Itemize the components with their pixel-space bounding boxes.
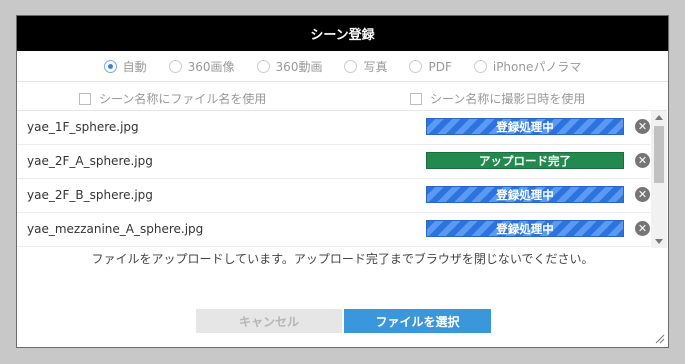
file-name: yae_2F_A_sphere.jpg	[27, 154, 153, 168]
select-file-button[interactable]: ファイルを選択	[344, 309, 491, 333]
file-name: yae_mezzanine_A_sphere.jpg	[27, 222, 204, 236]
checkbox-icon	[410, 92, 422, 105]
file-row: yae_2F_A_sphere.jpg アップロード完了 ✕	[17, 145, 650, 179]
status-badge: 登録処理中	[426, 118, 624, 135]
file-name: yae_2F_B_sphere.jpg	[27, 188, 153, 202]
mode-radio-iphone-panorama[interactable]: iPhoneパノラマ	[473, 58, 582, 75]
mode-label: PDF	[428, 59, 452, 74]
scene-register-dialog: シーン登録 自動 360画像 360動画 写真 PDF iPhoneパノラマ シ…	[16, 15, 669, 348]
mode-radio-group: 自動 360画像 360動画 写真 PDF iPhoneパノラマ	[17, 52, 668, 82]
close-circle-icon[interactable]: ✕	[635, 153, 650, 168]
status-badge: 登録処理中	[426, 220, 624, 237]
file-row: yae_1F_sphere.jpg 登録処理中 ✕	[17, 111, 650, 145]
status-badge: 登録処理中	[426, 186, 624, 203]
mode-radio-360-video[interactable]: 360動画	[256, 58, 323, 75]
radio-circle-icon	[168, 60, 182, 73]
close-circle-icon[interactable]: ✕	[635, 221, 650, 236]
file-row: yae_mezzanine_A_sphere.jpg 登録処理中 ✕	[17, 213, 650, 247]
radio-circle-icon	[409, 60, 423, 73]
close-circle-icon[interactable]: ✕	[635, 119, 650, 134]
cancel-button[interactable]: キャンセル	[196, 309, 342, 333]
scroll-thumb[interactable]	[654, 126, 664, 183]
use-date-checkbox[interactable]: シーン名称に撮影日時を使用	[410, 90, 585, 107]
file-list-scrollbar[interactable]	[651, 111, 667, 248]
mode-label: 360動画	[275, 60, 323, 74]
mode-radio-photo[interactable]: 写真	[344, 58, 387, 75]
mode-label: 自動	[122, 60, 147, 74]
status-badge: アップロード完了	[426, 152, 624, 169]
checkbox-icon	[79, 92, 91, 105]
radio-circle-icon	[344, 60, 358, 73]
mode-radio-auto[interactable]: 自動	[103, 58, 147, 75]
mode-radio-360-image[interactable]: 360画像	[168, 58, 235, 75]
mode-radio-pdf[interactable]: PDF	[409, 59, 452, 74]
upload-notice: ファイルをアップロードしています。アップロード完了までブラウザを閉じないでくださ…	[91, 252, 594, 266]
file-list[interactable]: yae_1F_sphere.jpg 登録処理中 ✕ yae_2F_A_spher…	[17, 110, 667, 248]
mode-label: 360画像	[187, 60, 235, 74]
scroll-up-arrow-icon[interactable]	[655, 115, 663, 120]
use-filename-checkbox[interactable]: シーン名称にファイル名を使用	[79, 90, 266, 107]
dialog-title: シーン登録	[17, 16, 668, 51]
resize-handle-icon[interactable]	[655, 334, 665, 344]
mode-label: 写真	[363, 60, 388, 74]
close-circle-icon[interactable]: ✕	[635, 187, 650, 202]
radio-circle-icon	[103, 60, 117, 73]
use-filename-label: シーン名称にファイル名を使用	[99, 92, 267, 106]
radio-circle-icon	[473, 60, 487, 73]
use-date-label: シーン名称に撮影日時を使用	[430, 92, 586, 106]
scroll-down-arrow-icon[interactable]	[655, 239, 663, 244]
file-row: yae_2F_B_sphere.jpg 登録処理中 ✕	[17, 179, 650, 213]
name-options: シーン名称にファイル名を使用 シーン名称に撮影日時を使用	[17, 82, 668, 111]
mode-label: iPhoneパノラマ	[492, 60, 582, 74]
radio-circle-icon	[256, 60, 270, 73]
file-name: yae_1F_sphere.jpg	[27, 120, 139, 134]
